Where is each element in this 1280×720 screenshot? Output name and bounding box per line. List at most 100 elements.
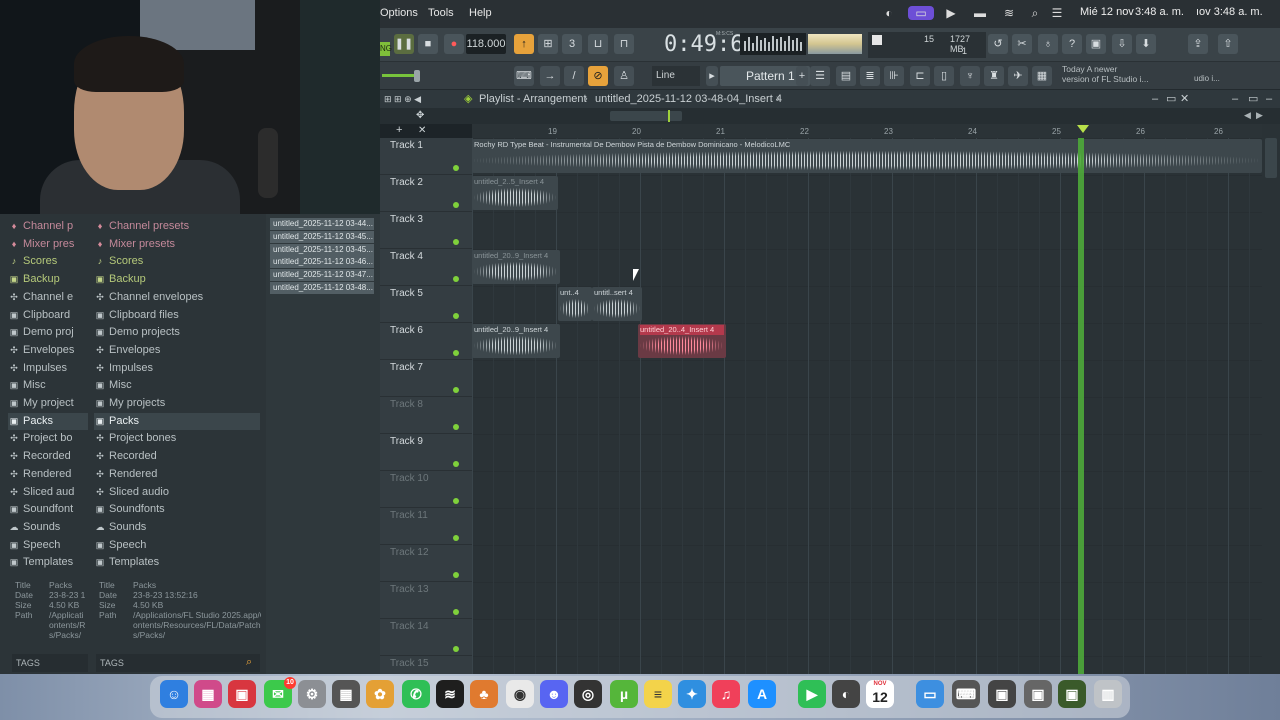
pause-button[interactable]: ❚❚	[394, 34, 414, 54]
track-mute-led[interactable]	[453, 350, 459, 356]
audio-icon[interactable]: ▣	[1058, 680, 1086, 708]
wait-input-icon[interactable]: ⊞	[538, 34, 558, 54]
browser-item[interactable]: ▣ Packs	[8, 412, 88, 430]
track-mute-led[interactable]	[453, 646, 459, 652]
stop-button[interactable]: ■	[418, 34, 438, 54]
screen-share-icon[interactable]: ◐	[882, 6, 896, 20]
track-header[interactable]: Track 5	[380, 286, 472, 323]
browser-item[interactable]: ☁ Sounds	[8, 519, 88, 536]
link-icon[interactable]: ⊘	[588, 66, 608, 86]
scroll-left-icon[interactable]: ◀	[1244, 110, 1251, 121]
piano-keys-icon[interactable]: ⌨	[514, 66, 534, 86]
track-mute-led[interactable]	[453, 498, 459, 504]
arrow-right-icon[interactable]: →	[540, 66, 560, 86]
track-mute-led[interactable]	[453, 424, 459, 430]
browser-item[interactable]: ✣ Rendered	[94, 466, 260, 483]
track-header[interactable]: Track 8	[380, 397, 472, 434]
script-icon[interactable]: ✈	[1008, 66, 1028, 86]
piano-roll-icon[interactable]: ▤	[836, 66, 856, 86]
recent-file[interactable]: untitled_2025-11-12 03-46...	[270, 256, 374, 269]
record-button[interactable]: ●	[444, 34, 464, 54]
recent-file[interactable]: untitled_2025-11-12 03-48...	[270, 282, 374, 294]
trash-icon[interactable]: ▥	[1094, 680, 1122, 708]
browser-item[interactable]: ▣ Misc	[8, 377, 88, 394]
discord-icon[interactable]: ☻	[540, 680, 568, 708]
control-center-icon[interactable]: ☰	[1050, 6, 1064, 20]
browser-item[interactable]: ▣ Packs	[94, 412, 260, 430]
browser-item[interactable]: ▣ Templates	[94, 554, 260, 571]
browser-item[interactable]: ♦ Mixer presets	[94, 236, 260, 253]
quicktime-icon[interactable]: ◐	[832, 680, 860, 708]
tags-left[interactable]: TAGS	[12, 654, 88, 672]
browser-item[interactable]: ▣ Speech	[94, 537, 260, 554]
recent-file[interactable]: untitled_2025-11-12 03-45...	[270, 230, 374, 243]
loop-marker[interactable]	[1077, 125, 1089, 133]
browser-item[interactable]: ▣ Backup	[94, 271, 260, 288]
track-mute-led[interactable]	[453, 276, 459, 282]
stage-manager-icon[interactable]: ▭	[908, 6, 934, 20]
app-store-icon[interactable]: A	[748, 680, 776, 708]
browser-item[interactable]: ✣ Project bo	[8, 430, 88, 447]
cut-icon[interactable]: ✂	[1012, 34, 1032, 54]
safari-icon[interactable]: ✦	[678, 680, 706, 708]
track-header[interactable]: Track 1	[380, 138, 472, 175]
browser-item[interactable]: ✣ Channel e	[8, 289, 88, 306]
track-mute-led[interactable]	[453, 313, 459, 319]
brush-icon[interactable]: /	[564, 66, 584, 86]
clip-track2[interactable]: untitled_2..5_Insert 4	[472, 176, 558, 210]
plugin-database-icon[interactable]: ▯	[934, 66, 954, 86]
browser-item[interactable]: ✣ Recorded	[8, 448, 88, 465]
menu-tools[interactable]: Tools	[428, 7, 454, 19]
playlist-snap-icon[interactable]: ◈	[464, 90, 472, 108]
browser-item[interactable]: ▣ Clipboard files	[94, 307, 260, 324]
horizontal-scroll-thumb[interactable]	[610, 111, 682, 121]
browser-item[interactable]: ♪ Scores	[94, 253, 260, 270]
search-icon[interactable]: ⌕	[1028, 6, 1042, 20]
track-mute-led[interactable]	[453, 609, 459, 615]
browser-item[interactable]: ♦ Channel p	[8, 218, 88, 235]
browser-item[interactable]: ▣ Templates	[8, 554, 88, 571]
track-header[interactable]: Track 11	[380, 508, 472, 545]
browser-item[interactable]: ▣ Backup	[8, 271, 88, 288]
clip-beat[interactable]: Rochy RD Type Beat - Instrumental De Dem…	[472, 139, 1262, 173]
browser-item[interactable]: ♦ Mixer pres	[8, 236, 88, 253]
snap-selector[interactable]: Line	[652, 66, 700, 86]
pattern-add-icon[interactable]: +	[796, 66, 808, 86]
keyboard-icon[interactable]: ⌨	[952, 680, 980, 708]
browser-item[interactable]: ▣ Misc	[94, 377, 260, 394]
vertical-scroll-thumb[interactable]	[1265, 138, 1277, 178]
playlist-grid[interactable]: Rochy RD Type Beat - Instrumental De Dem…	[472, 138, 1262, 674]
track-header[interactable]: Track 12	[380, 545, 472, 582]
play-circle-icon[interactable]: ▶	[944, 6, 958, 20]
launchpad-icon[interactable]: ▦	[194, 680, 222, 708]
menubar-time[interactable]: 3:48 a. m.	[1135, 6, 1184, 18]
browser-item[interactable]: ▣ Clipboard	[8, 307, 88, 324]
browser-item[interactable]: ✣ Impulses	[8, 360, 88, 377]
browser-item[interactable]: ✣ Impulses	[94, 360, 260, 377]
undo-icon[interactable]: ↺	[988, 34, 1008, 54]
master-volume-slider[interactable]	[382, 74, 418, 77]
track-mute-led[interactable]	[453, 202, 459, 208]
track-header[interactable]: Track 14	[380, 619, 472, 656]
channel-rack-icon[interactable]: ≣	[860, 66, 880, 86]
minimize-icon-2[interactable]: –	[1232, 90, 1238, 108]
countdown-icon[interactable]: 3	[562, 34, 582, 54]
stamp-icon[interactable]: ♙	[614, 66, 634, 86]
track-mute-led[interactable]	[453, 572, 459, 578]
finder-icon[interactable]: ☺	[160, 680, 188, 708]
calendar-icon[interactable]: NOV 12	[866, 680, 894, 708]
track-mute-led[interactable]	[453, 461, 459, 467]
pattern-prev-icon[interactable]: ▸	[706, 66, 718, 86]
maximize-icon-2[interactable]: ▭	[1248, 90, 1258, 108]
track-header[interactable]: Track 6	[380, 323, 472, 360]
metronome-icon[interactable]: ↑	[514, 34, 534, 54]
track-header[interactable]: Track 13	[380, 582, 472, 619]
playlist-icon[interactable]: ☰	[810, 66, 830, 86]
track-mute-led[interactable]	[453, 165, 459, 171]
browser-item[interactable]: ▣ Soundfonts	[94, 501, 260, 518]
browser-item[interactable]: ▣ Demo proj	[8, 324, 88, 341]
search-icon[interactable]: ⌕	[246, 656, 252, 669]
obs-icon[interactable]: ◎	[574, 680, 602, 708]
browser-item[interactable]: ▣ My projects	[94, 395, 260, 412]
upload-icon[interactable]: ⇧	[1218, 34, 1238, 54]
